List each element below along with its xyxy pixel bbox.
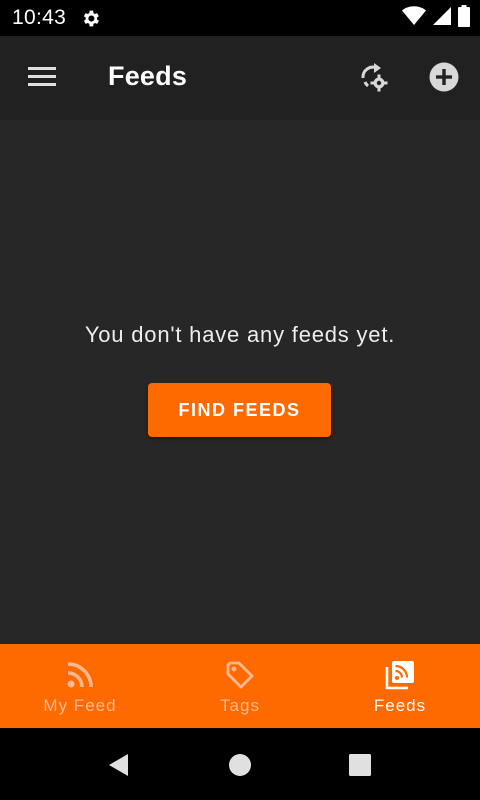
bottom-navigation: My Feed Tags Feeds bbox=[0, 644, 480, 728]
page-title: Feeds bbox=[108, 61, 188, 91]
rss-icon bbox=[63, 658, 97, 692]
feeds-library-icon bbox=[383, 658, 417, 692]
menu-icon bbox=[28, 66, 56, 91]
add-feed-button[interactable] bbox=[424, 59, 464, 99]
recents-icon[interactable] bbox=[347, 752, 373, 778]
menu-button[interactable] bbox=[22, 58, 62, 98]
system-navigation-bar bbox=[0, 728, 480, 800]
status-icons bbox=[402, 4, 470, 32]
status-bar: 10:43 bbox=[0, 0, 480, 36]
find-feeds-button[interactable]: FIND FEEDS bbox=[148, 383, 331, 437]
sync-settings-icon bbox=[357, 61, 389, 98]
nav-item-feeds[interactable]: Feeds bbox=[320, 644, 480, 728]
status-time: 10:43 bbox=[12, 6, 67, 29]
app-screen: 10:43 Feeds You don't have any feeds yet… bbox=[0, 0, 480, 800]
signal-icon bbox=[432, 6, 452, 31]
empty-state-message: You don't have any feeds yet. bbox=[84, 322, 396, 347]
nav-item-tags[interactable]: Tags bbox=[160, 644, 320, 728]
nav-label: My Feed bbox=[43, 696, 117, 715]
nav-label: Tags bbox=[220, 696, 260, 715]
add-circle-icon bbox=[429, 62, 459, 97]
nav-label: Feeds bbox=[373, 696, 427, 715]
settings-icon bbox=[80, 8, 101, 29]
app-bar: Feeds bbox=[0, 36, 480, 120]
wifi-icon bbox=[402, 5, 426, 31]
back-icon[interactable] bbox=[106, 752, 132, 778]
battery-icon bbox=[458, 4, 470, 32]
sync-settings-button[interactable] bbox=[353, 59, 393, 99]
main-content: You don't have any feeds yet. FIND FEEDS bbox=[0, 120, 480, 644]
nav-item-my-feed[interactable]: My Feed bbox=[0, 644, 160, 728]
tag-icon bbox=[223, 658, 257, 692]
home-icon[interactable] bbox=[227, 752, 253, 778]
